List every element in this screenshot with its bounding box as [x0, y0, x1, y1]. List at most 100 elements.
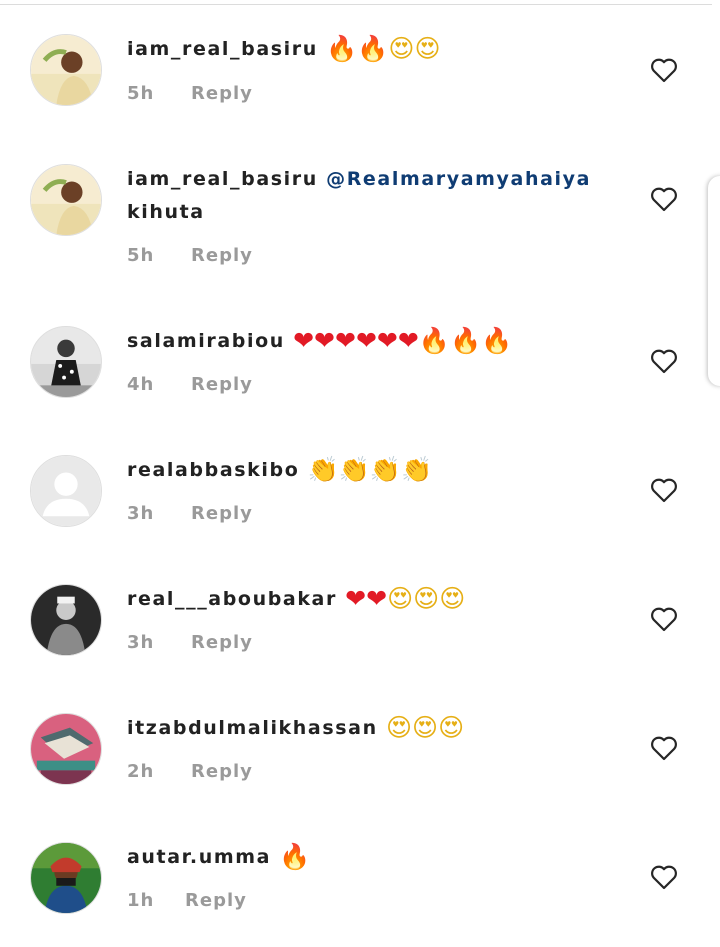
- emoji-love: 😍: [387, 584, 414, 613]
- comment-item: iam_real_basiru 🔥🔥😍😍 5h Reply: [0, 20, 708, 140]
- comment-username[interactable]: iam_real_basiru: [127, 38, 318, 60]
- person-photo-icon: [31, 165, 101, 235]
- emoji-red: ❤: [366, 584, 388, 613]
- comment-time: 4h: [127, 374, 155, 395]
- comment-meta: 4h Reply: [127, 374, 253, 395]
- comment-meta: 5h Reply: [127, 83, 253, 104]
- emoji-fire: 🔥: [449, 326, 482, 355]
- comment-meta: 3h Reply: [127, 632, 253, 653]
- top-divider: [0, 4, 712, 5]
- comment-item: salamirabiou ❤❤❤❤❤❤🔥🔥🔥 4h Reply: [0, 311, 708, 431]
- like-button[interactable]: [650, 186, 678, 212]
- reply-button[interactable]: Reply: [191, 83, 253, 104]
- emoji-love: 😍: [388, 34, 415, 63]
- comment-time: 5h: [127, 245, 155, 266]
- emoji-love: 😍: [438, 713, 465, 742]
- emoji-group: 🔥🔥😍😍: [326, 34, 440, 63]
- comment-meta: 1h Reply: [127, 890, 247, 911]
- emoji-fire: 🔥: [326, 34, 358, 63]
- like-button[interactable]: [650, 477, 678, 503]
- like-button[interactable]: [650, 348, 678, 374]
- comment-text: itzabdulmalikhassan 😍😍😍: [127, 711, 597, 745]
- comment-time: 5h: [127, 83, 155, 104]
- emoji-red: ❤: [345, 584, 367, 613]
- comment-meta: 3h Reply: [127, 503, 253, 524]
- heart-outline-icon: [651, 607, 677, 632]
- user-avatar[interactable]: [30, 455, 102, 527]
- emoji-group: 🔥: [279, 842, 310, 871]
- emoji-love: 😍: [413, 584, 440, 613]
- comment-username[interactable]: itzabdulmalikhassan: [127, 717, 378, 739]
- comment-username[interactable]: real___aboubakar: [127, 588, 337, 610]
- heart-outline-icon: [651, 187, 677, 212]
- like-button[interactable]: [650, 57, 678, 83]
- emoji-clap: 👏: [338, 455, 370, 484]
- comment-time: 2h: [127, 761, 155, 782]
- heart-outline-icon: [651, 349, 677, 374]
- emoji-red: ❤: [314, 326, 335, 355]
- emoji-group: ❤❤❤❤❤❤🔥🔥🔥: [293, 326, 512, 355]
- comment-username[interactable]: salamirabiou: [127, 330, 285, 352]
- emoji-fire: 🔥: [279, 842, 311, 871]
- emoji-red: ❤: [376, 326, 398, 355]
- emoji-fire: 🔥: [357, 34, 389, 63]
- like-button[interactable]: [650, 864, 678, 890]
- heart-outline-icon: [651, 478, 677, 503]
- heart-outline-icon: [651, 58, 677, 83]
- person-photo-icon: [31, 585, 101, 655]
- emoji-group: ❤❤😍😍😍: [345, 584, 465, 613]
- user-avatar[interactable]: [30, 584, 102, 656]
- person-photo-icon: [31, 327, 101, 397]
- like-button[interactable]: [650, 735, 678, 761]
- comment-meta: 5h Reply: [127, 245, 253, 266]
- emoji-red: ❤: [397, 326, 419, 355]
- emoji-red: ❤: [293, 326, 315, 355]
- emoji-love: 😍: [412, 713, 439, 742]
- comment-username[interactable]: autar.umma: [127, 846, 271, 868]
- scrollbar-handle[interactable]: [708, 176, 720, 386]
- comment-text: salamirabiou ❤❤❤❤❤❤🔥🔥🔥: [127, 324, 597, 358]
- comment-time: 1h: [127, 890, 155, 911]
- reply-button[interactable]: Reply: [191, 761, 253, 782]
- like-button[interactable]: [650, 606, 678, 632]
- comment-text: realabbaskibo 👏👏👏👏: [127, 453, 597, 487]
- comment-item: iam_real_basiru @Realmaryamyahaiya kihut…: [0, 149, 708, 269]
- reply-button[interactable]: Reply: [191, 503, 253, 524]
- comment-time: 3h: [127, 503, 155, 524]
- emoji-group: 😍😍😍: [386, 713, 464, 742]
- reply-button[interactable]: Reply: [191, 632, 253, 653]
- emoji-clap: 👏: [307, 455, 339, 484]
- heart-outline-icon: [651, 865, 677, 890]
- comment-item: real___aboubakar ❤❤😍😍😍 3h Reply: [0, 569, 708, 689]
- emoji-fire: 🔥: [418, 326, 450, 355]
- heart-outline-icon: [651, 736, 677, 761]
- user-avatar[interactable]: [30, 326, 102, 398]
- emoji-group: 👏👏👏👏: [308, 455, 433, 484]
- comment-time: 3h: [127, 632, 155, 653]
- comment-username[interactable]: realabbaskibo: [127, 459, 299, 481]
- comment-mention[interactable]: @Realmaryamyahaiya: [326, 168, 591, 190]
- user-avatar[interactable]: [30, 713, 102, 785]
- emoji-clap: 👏: [401, 455, 433, 484]
- book-photo-icon: [31, 714, 101, 784]
- emoji-clap: 👏: [369, 455, 401, 484]
- comment-text: autar.umma 🔥: [127, 840, 597, 874]
- emoji-love: 😍: [385, 713, 412, 742]
- reply-button[interactable]: Reply: [191, 245, 253, 266]
- person-photo-icon: [31, 843, 101, 913]
- user-avatar[interactable]: [30, 34, 102, 106]
- comment-text: real___aboubakar ❤❤😍😍😍: [127, 582, 597, 616]
- emoji-red: ❤: [355, 326, 377, 355]
- comment-item: autar.umma 🔥 1h Reply: [0, 827, 708, 947]
- user-avatar[interactable]: [30, 842, 102, 914]
- comment-item: realabbaskibo 👏👏👏👏 3h Reply: [0, 440, 708, 560]
- reply-button[interactable]: Reply: [185, 890, 247, 911]
- emoji-red: ❤: [334, 326, 356, 355]
- user-avatar[interactable]: [30, 164, 102, 236]
- emoji-fire: 🔥: [481, 326, 513, 355]
- comment-text: iam_real_basiru 🔥🔥😍😍: [127, 32, 597, 66]
- reply-button[interactable]: Reply: [191, 374, 253, 395]
- comment-username[interactable]: iam_real_basiru: [127, 168, 318, 190]
- person-photo-icon: [31, 35, 101, 105]
- comment-meta: 2h Reply: [127, 761, 253, 782]
